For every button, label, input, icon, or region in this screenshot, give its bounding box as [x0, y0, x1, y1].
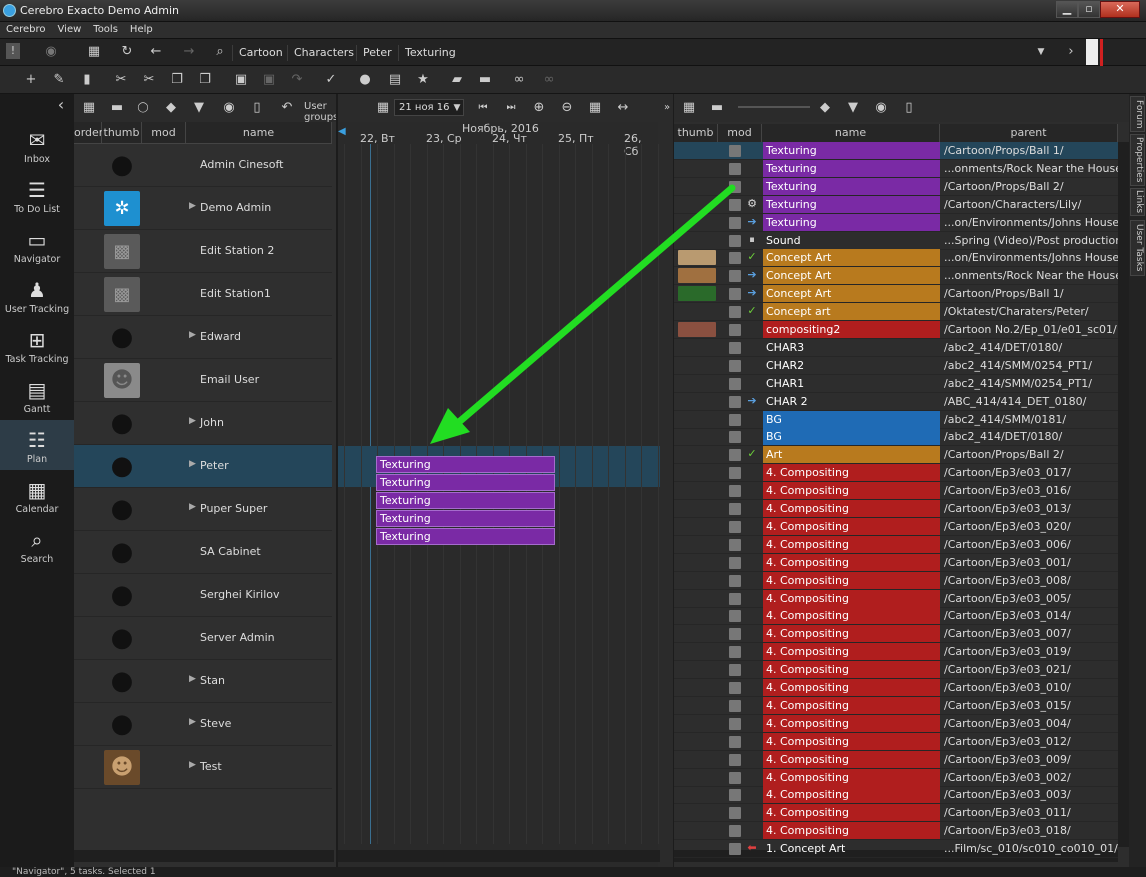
annotation-arrow — [430, 184, 736, 444]
status-bar: "Navigator", 5 tasks. Selected 1 — [0, 867, 1146, 877]
